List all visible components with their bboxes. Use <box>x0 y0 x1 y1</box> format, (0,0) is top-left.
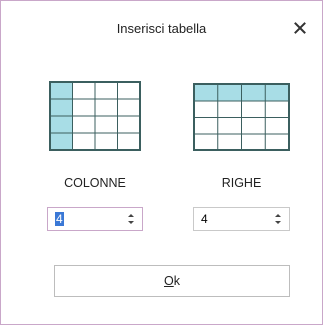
table-rows-icon[interactable] <box>193 83 290 151</box>
columns-value: 4 <box>55 212 64 226</box>
ok-button[interactable]: Ok <box>54 265 290 297</box>
close-icon <box>294 22 306 34</box>
table-columns-icon[interactable] <box>49 81 141 151</box>
spinner-arrows-icon[interactable] <box>274 212 282 226</box>
close-button[interactable] <box>289 17 311 39</box>
rows-spinner[interactable]: 4 <box>193 207 290 231</box>
columns-spinner[interactable]: 4 <box>47 207 143 231</box>
ok-mnemonic: O <box>164 274 174 288</box>
insert-table-dialog: Inserisci tabella COLONNE RIGHE 4 4 O k <box>0 0 323 325</box>
ok-label-rest: k <box>173 274 180 288</box>
rows-label: RIGHE <box>221 176 262 190</box>
title-bar: Inserisci tabella <box>1 1 322 57</box>
spinner-arrows-icon[interactable] <box>127 212 135 226</box>
columns-label: COLONNE <box>64 176 126 190</box>
rows-value: 4 <box>201 212 208 226</box>
dialog-title: Inserisci tabella <box>116 21 207 36</box>
